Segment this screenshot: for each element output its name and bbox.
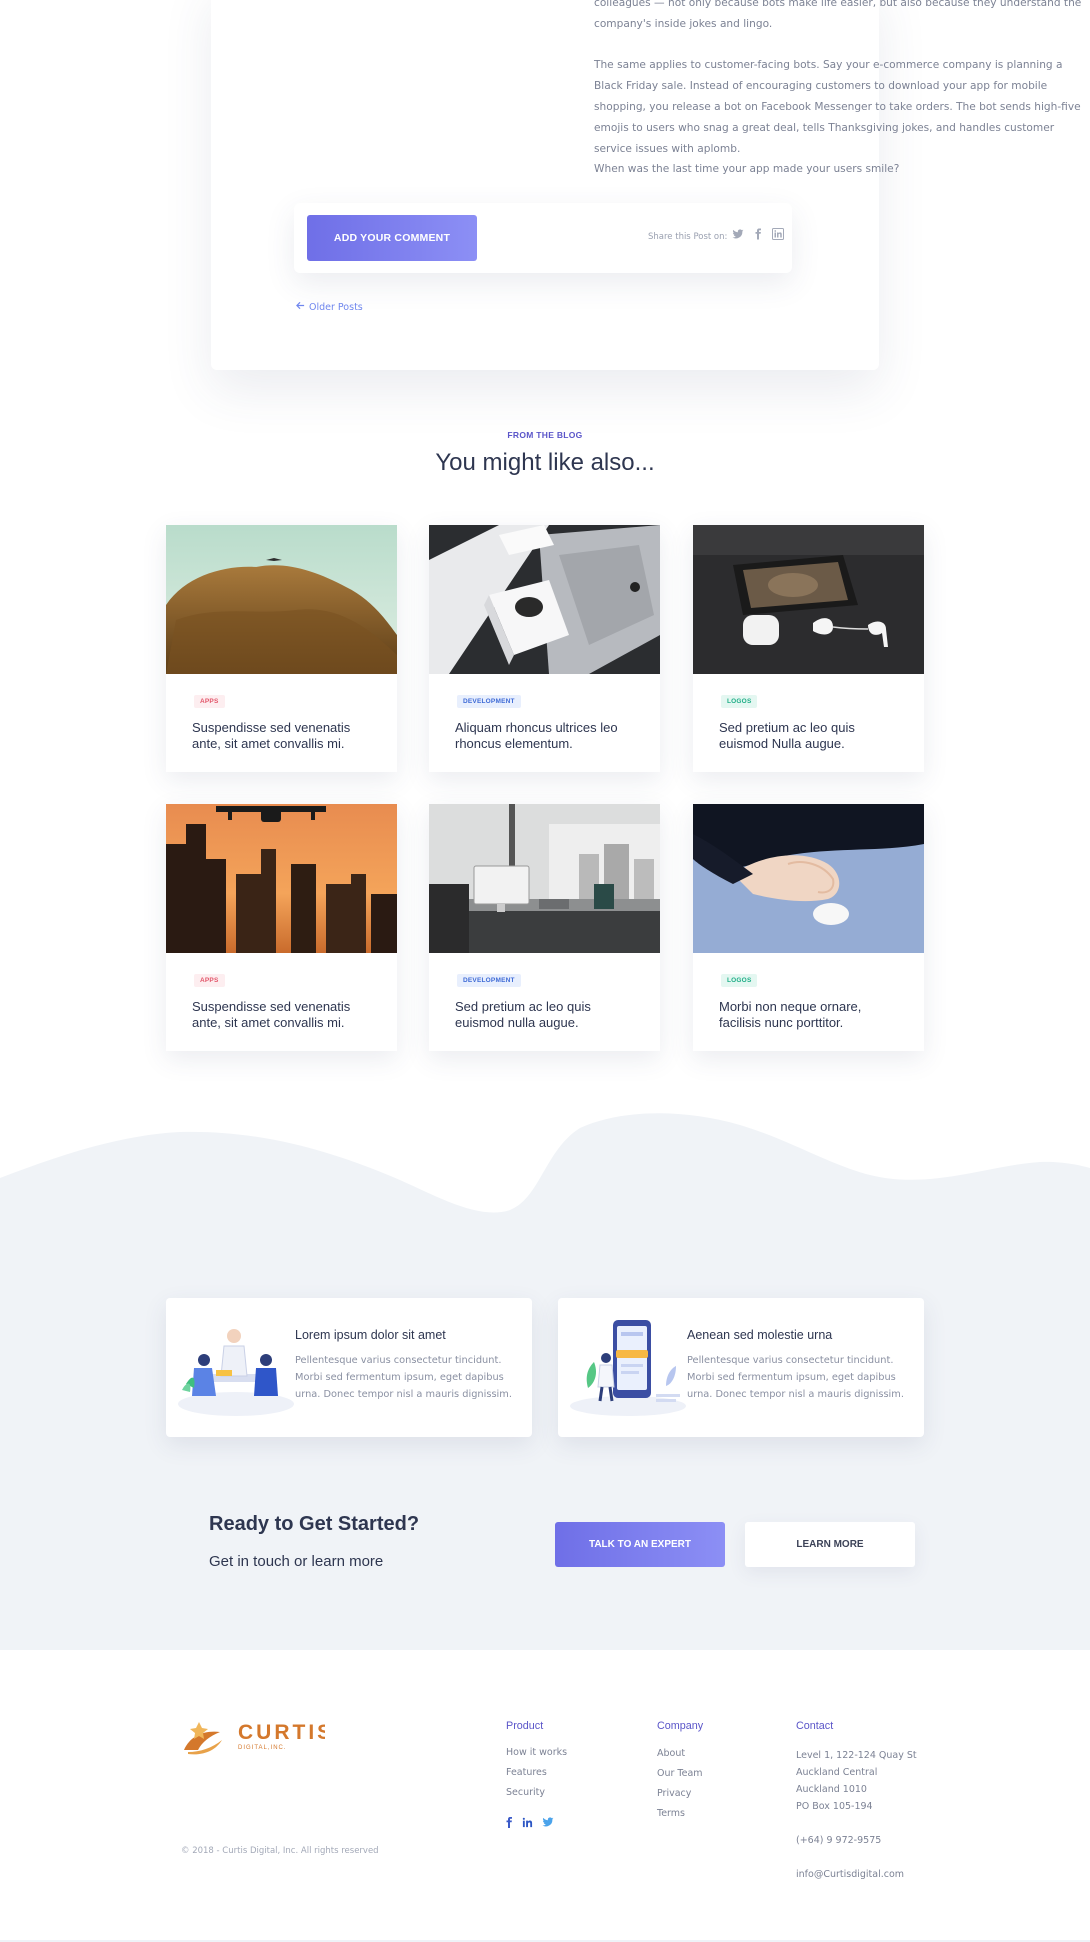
twitter-icon[interactable]	[542, 1815, 554, 1833]
older-posts-label: Older Posts	[309, 301, 363, 313]
section-title: You might like also...	[435, 449, 655, 476]
contact-address-line: Auckland Central	[796, 1767, 878, 1778]
post-title[interactable]: Suspendisse sed venenatis ante, sit amet…	[192, 999, 377, 1031]
footer-contact-title: Contact	[796, 1720, 834, 1732]
footer-link-about[interactable]: About	[657, 1748, 685, 1759]
mobile-app-illustration	[570, 1320, 686, 1416]
feature-description: Pellentesque varius consectetur tincidun…	[687, 1355, 904, 1400]
twitter-icon[interactable]	[732, 228, 744, 240]
phone-earbuds-photo	[693, 525, 924, 674]
footer-link-security[interactable]: Security	[506, 1787, 545, 1798]
learn-more-button[interactable]: LEARN MORE	[745, 1522, 915, 1567]
footer-product-title: Product	[506, 1720, 544, 1732]
logo-text: CURTIS	[238, 1721, 325, 1744]
footer-link-privacy[interactable]: Privacy	[657, 1788, 691, 1799]
post-tag[interactable]: LOGOS	[721, 695, 758, 708]
feature-title: Aenean sed molestie urna	[687, 1328, 833, 1342]
feature-description: Pellentesque varius consectetur tincidun…	[295, 1355, 512, 1400]
blog-post-card[interactable]: APPS Suspendisse sed venenatis ante, sit…	[166, 525, 397, 772]
comment-share-bar: ADD YOUR COMMENT Share this Post on:	[294, 203, 792, 273]
share-icons	[732, 228, 784, 240]
post-tag[interactable]: DEVELOPMENT	[457, 974, 521, 987]
footer-link-features[interactable]: Features	[506, 1767, 547, 1778]
older-posts-link[interactable]: Older Posts	[296, 301, 363, 313]
cta-title: Ready to Get Started?	[209, 1513, 420, 1535]
post-tag[interactable]: DEVELOPMENT	[457, 695, 521, 708]
cta-subtitle: Get in touch or learn more	[209, 1553, 384, 1570]
logo-subtext: DIGITAL,INC.	[238, 1745, 287, 1751]
hand-mouse-photo	[693, 804, 924, 953]
blog-post-card[interactable]: LOGOS Sed pretium ac leo quis euismod Nu…	[693, 525, 924, 772]
post-title[interactable]: Sed pretium ac leo quis euismod nulla au…	[455, 999, 640, 1031]
article-paragraph: colleagues — not only because bots make …	[594, 0, 1082, 30]
article-paragraph: The same applies to customer-facing bots…	[594, 59, 1081, 155]
devices-desk-photo	[429, 525, 660, 674]
post-tag[interactable]: LOGOS	[721, 974, 758, 987]
linkedin-icon[interactable]	[522, 1815, 533, 1833]
add-comment-button[interactable]: ADD YOUR COMMENT	[307, 215, 477, 261]
talk-to-expert-button[interactable]: TALK TO AN EXPERT	[555, 1522, 725, 1567]
feature-card: Aenean sed molestie urna Pellentesque va…	[558, 1298, 924, 1437]
feature-title: Lorem ipsum dolor sit amet	[295, 1328, 446, 1342]
post-tag[interactable]: APPS	[194, 974, 225, 987]
post-title[interactable]: Sed pretium ac leo quis euismod Nulla au…	[719, 720, 904, 752]
contact-phone[interactable]: (+64) 9 972-9575	[796, 1835, 881, 1846]
arrow-left-icon	[296, 301, 305, 313]
section-eyebrow: FROM THE BLOG	[507, 430, 583, 440]
blog-post-card[interactable]: LOGOS Morbi non neque ornare, facilisis …	[693, 804, 924, 1051]
feature-card: Lorem ipsum dolor sit amet Pellentesque …	[166, 1298, 532, 1437]
drone-sunset-photo	[166, 804, 397, 953]
curtis-logo-mark: CURTIS DIGITAL,INC.	[184, 1721, 331, 1755]
social-links	[505, 1815, 554, 1833]
post-title[interactable]: Aliquam rhoncus ultrices leo rhoncus ele…	[455, 720, 640, 752]
share-label: Share this Post on:	[648, 232, 728, 242]
post-title[interactable]: Morbi non neque ornare, facilisis nunc p…	[719, 999, 904, 1031]
contact-address-line: PO Box 105-194	[796, 1801, 873, 1812]
copyright-text: © 2018 - Curtis Digital, Inc. All rights…	[181, 1846, 379, 1856]
article-paragraph: When was the last time your app made you…	[594, 163, 900, 175]
curtis-logo[interactable]: CURTIS DIGITAL,INC.	[180, 1716, 331, 1760]
blog-post-card[interactable]: APPS Suspendisse sed venenatis ante, sit…	[166, 804, 397, 1051]
post-title[interactable]: Suspendisse sed venenatis ante, sit amet…	[192, 720, 377, 752]
facebook-icon[interactable]	[505, 1815, 513, 1833]
footer-company-title: Company	[657, 1720, 704, 1732]
wave-background	[0, 1113, 1090, 1650]
linkedin-icon[interactable]	[772, 228, 784, 240]
blog-post-card[interactable]: DEVELOPMENT Sed pretium ac leo quis euis…	[429, 804, 660, 1051]
blog-post-card[interactable]: DEVELOPMENT Aliquam rhoncus ultrices leo…	[429, 525, 660, 772]
footer-link-how-it-works[interactable]: How it works	[506, 1747, 567, 1758]
team-meeting-illustration	[178, 1329, 294, 1416]
facebook-icon[interactable]	[752, 228, 764, 240]
post-tag[interactable]: APPS	[194, 695, 225, 708]
contact-address-line: Auckland 1010	[796, 1784, 867, 1795]
contact-address-line: Level 1, 122-124 Quay St	[796, 1750, 917, 1761]
contact-email[interactable]: info@Curtisdigital.com	[796, 1869, 904, 1880]
footer-link-terms[interactable]: Terms	[657, 1808, 685, 1819]
office-desk-photo	[429, 804, 660, 953]
footer-link-our-team[interactable]: Our Team	[657, 1768, 703, 1779]
mountain-drone-photo	[166, 525, 397, 674]
